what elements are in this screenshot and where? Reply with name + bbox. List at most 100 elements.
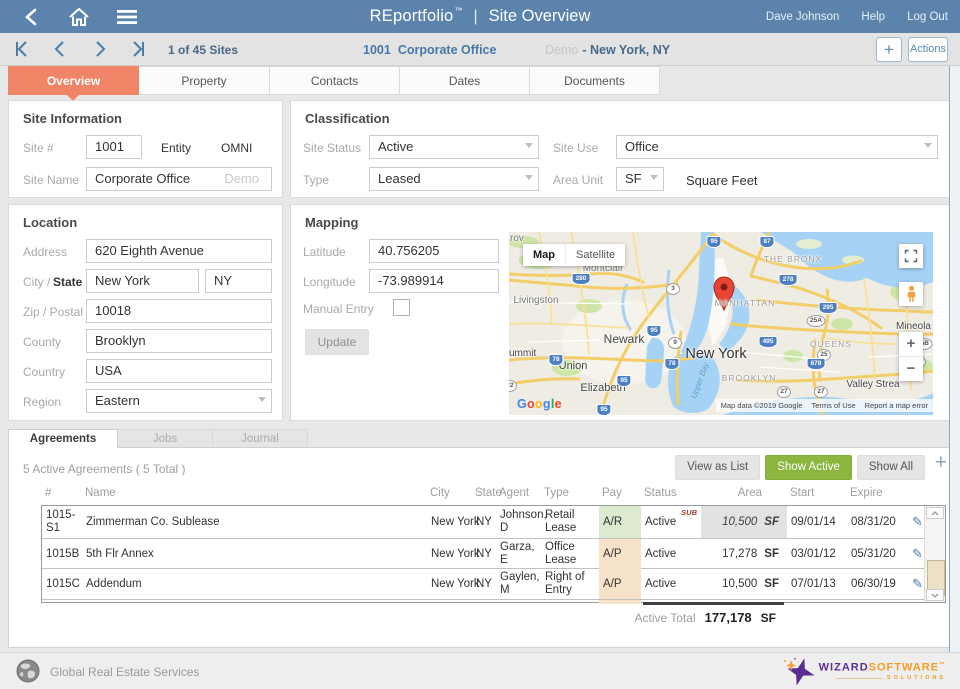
column-header: City	[426, 487, 471, 499]
column-header: Agent	[495, 487, 540, 499]
view-as-list-button[interactable]: View as List	[675, 455, 760, 480]
map-type-satellite-button[interactable]: Satellite	[565, 244, 625, 266]
edit-icon[interactable]: ✎	[905, 506, 926, 538]
active-total-label: Active Total	[635, 611, 696, 625]
table-scrollbar[interactable]	[924, 506, 945, 602]
tab-documents[interactable]: Documents	[530, 66, 660, 95]
site-name-field[interactable]: Corporate Office Demo	[86, 167, 272, 191]
report-map-error-link[interactable]: Report a map error	[865, 401, 928, 410]
menu-icon[interactable]	[110, 5, 144, 29]
add-site-button[interactable]: +	[876, 37, 902, 62]
tab-property[interactable]: Property	[139, 66, 270, 95]
google-map[interactable]: Livingston Montclair Newark Union Elizab…	[509, 232, 933, 415]
agreements-summary: 5 Active Agreements ( 5 Total )	[23, 462, 186, 476]
agreement-city: New York	[427, 506, 472, 538]
first-record-icon[interactable]	[12, 38, 36, 62]
page-title: REportfolio™ | Site Overview	[370, 0, 591, 33]
longitude-field[interactable]: -73.989914	[369, 269, 499, 293]
show-active-button[interactable]: Show Active	[765, 455, 852, 480]
region-select[interactable]: Eastern	[86, 389, 272, 413]
tab-agreements[interactable]: Agreements	[8, 429, 118, 448]
site-name: Corporate Office	[398, 43, 497, 57]
tab-overview[interactable]: Overview	[8, 66, 139, 95]
update-button[interactable]: Update	[305, 329, 369, 355]
prev-record-icon[interactable]	[50, 38, 74, 62]
route-shield: 495	[759, 336, 778, 348]
home-icon[interactable]	[62, 5, 96, 29]
latitude-label: Latitude	[303, 245, 346, 259]
wizard-star-icon	[781, 657, 817, 687]
show-all-button[interactable]: Show All	[857, 455, 925, 480]
zoom-out-button[interactable]: −	[899, 357, 923, 381]
tab-jobs[interactable]: Jobs	[118, 429, 213, 448]
wizard-software-logo[interactable]: WIZARDSOFTWARE™ SOLUTIONS	[781, 657, 946, 687]
map-type-map-button[interactable]: Map	[523, 244, 565, 266]
zip-field[interactable]: 10018	[86, 299, 272, 323]
active-total: Active Total 177,178 SF	[489, 610, 776, 625]
google-logo[interactable]: Google	[517, 397, 562, 411]
site-number-field[interactable]: 1001	[86, 135, 142, 159]
terms-of-use-link[interactable]: Terms of Use	[811, 401, 855, 410]
area-unit: SF	[764, 578, 779, 590]
manual-entry-checkbox[interactable]	[393, 299, 410, 316]
agreement-expire: 05/31/20	[847, 539, 905, 569]
area-unit-select[interactable]: SF	[616, 167, 664, 191]
user-menu[interactable]: Dave Johnson	[766, 11, 840, 23]
next-record-icon[interactable]	[88, 38, 112, 62]
agreement-start: 07/01/13	[787, 569, 847, 599]
type-select[interactable]: Leased	[369, 167, 539, 191]
route-shield: 87	[759, 236, 774, 248]
area-unit-label: Area Unit	[553, 173, 603, 187]
trademark: ™	[454, 6, 462, 15]
globe-icon	[16, 659, 40, 688]
tab-dates[interactable]: Dates	[400, 66, 530, 95]
column-header: Status	[640, 487, 700, 499]
address-label: Address	[23, 245, 67, 259]
app-footer: Global Real Estate Services WIZARDSOFTWA…	[0, 652, 960, 689]
state-field[interactable]: NY	[205, 269, 272, 293]
county-field[interactable]: Brooklyn	[86, 329, 272, 353]
site-number: 1001	[363, 43, 391, 57]
city-field[interactable]: New York	[86, 269, 199, 293]
address-field[interactable]: 620 Eighth Avenue	[86, 239, 272, 263]
longitude-label: Longitude	[303, 275, 356, 289]
current-site: 1001 Corporate Office	[363, 43, 496, 57]
zoom-in-button[interactable]: +	[899, 332, 923, 357]
scroll-down-button[interactable]	[926, 589, 944, 601]
map-place-label: THE BRONX	[764, 254, 823, 264]
route-shield: 95	[646, 325, 661, 337]
site-use-select[interactable]: Office	[616, 135, 938, 159]
entity-value: OMNI	[221, 141, 252, 155]
edit-icon[interactable]: ✎	[905, 569, 926, 599]
edit-icon[interactable]: ✎	[905, 539, 926, 569]
latitude-field[interactable]: 40.756205	[369, 239, 499, 263]
site-subtitle: Demo- New York, NY	[545, 43, 670, 57]
agreement-status: Active SUB	[641, 506, 701, 538]
tab-journal[interactable]: Journal	[213, 429, 308, 448]
page-scrollbar-track[interactable]	[949, 66, 960, 652]
agreement-city: New York	[427, 539, 472, 569]
country-field[interactable]: USA	[86, 359, 272, 383]
agreement-name: 5th Flr Annex	[82, 539, 427, 569]
logout-link[interactable]: Log Out	[907, 11, 948, 23]
agreement-type: Right of Entry	[541, 569, 599, 599]
table-row[interactable]: 1015-S1 Zimmerman Co. Sublease New York …	[42, 506, 945, 539]
back-icon[interactable]	[14, 5, 48, 29]
tab-contacts[interactable]: Contacts	[270, 66, 400, 95]
scroll-up-button[interactable]	[926, 507, 944, 519]
fullscreen-icon[interactable]	[899, 244, 923, 268]
add-agreement-button[interactable]: +	[935, 452, 947, 473]
location-panel: Location Address 620 Eighth Avenue City …	[8, 204, 283, 421]
agreement-area: 10,500 SF	[701, 506, 787, 538]
site-status-select[interactable]: Active	[369, 135, 539, 159]
help-link[interactable]: Help	[861, 11, 885, 23]
actions-button[interactable]: Actions	[908, 37, 948, 62]
table-row[interactable]: 1015C Addendum New York NY Gaylen, M Rig…	[42, 569, 945, 600]
google-letter: o	[527, 397, 535, 411]
pegman-icon[interactable]	[899, 282, 923, 306]
agreement-state: NY	[472, 569, 496, 599]
column-header: Expire	[846, 487, 904, 499]
total-rule	[643, 602, 784, 605]
table-row[interactable]: 1015B 5th Flr Annex New York NY Garza, E…	[42, 539, 945, 569]
last-record-icon[interactable]	[126, 38, 150, 62]
